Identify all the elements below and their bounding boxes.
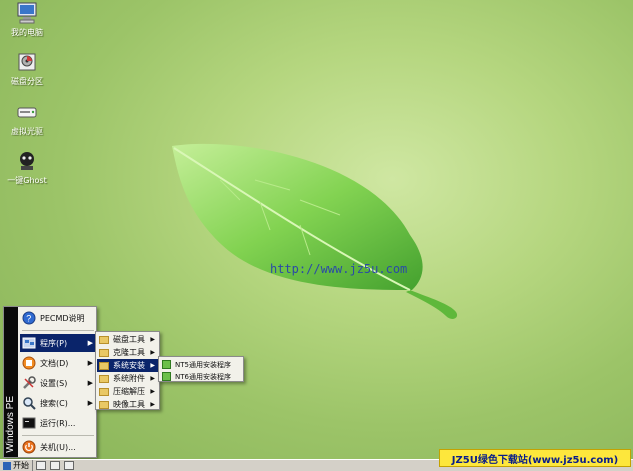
submenu-item-label: NT5通用安装程序	[175, 360, 231, 369]
installer-icon	[162, 372, 171, 381]
menu-separator	[22, 330, 94, 331]
quick-launch-explorer-icon[interactable]	[50, 461, 60, 470]
folder-icon	[99, 374, 109, 383]
submenu-item-system-accessories[interactable]: 系统附件 ▶	[97, 372, 158, 385]
menu-item-label: PECMD说明	[40, 313, 85, 323]
submenu-item-label: NT6通用安装程序	[175, 372, 231, 381]
start-menu-banner: Windows PE	[4, 307, 18, 457]
menu-item-label: 搜索(C)	[40, 398, 68, 408]
desktop-icon-label: 我的电脑	[11, 28, 43, 37]
folder-icon	[99, 348, 109, 357]
shutdown-icon	[22, 440, 36, 454]
watermark-banner: JZ5U绿色下载站(www.jz5u.com)	[439, 449, 631, 467]
run-icon	[22, 416, 36, 430]
menu-item-label: 程序(P)	[40, 338, 68, 348]
submenu-arrow-icon: ▶	[87, 359, 93, 367]
folder-icon	[99, 400, 109, 409]
start-menu: Windows PE ? PECMD说明 程序(P) ▶ 文档(D) ▶ 设置(…	[3, 306, 97, 458]
desktop-icon-label: 虚拟光驱	[11, 127, 43, 136]
submenu-item-label: 系统安装	[113, 361, 145, 370]
menu-item-label: 关机(U)...	[40, 442, 76, 452]
menu-item-pecmd-help[interactable]: ? PECMD说明	[20, 309, 96, 327]
menu-item-label: 运行(R)...	[40, 418, 76, 428]
wallpaper-leaf	[160, 140, 470, 330]
help-icon: ?	[22, 311, 36, 325]
submenu-arrow-icon: ▶	[150, 336, 155, 343]
menu-item-search[interactable]: 搜索(C) ▶	[20, 394, 96, 412]
submenu-arrow-icon: ▶	[150, 349, 155, 356]
submenu-item-disk-tools[interactable]: 磁盘工具 ▶	[97, 333, 158, 346]
start-menu-banner-label: Windows PE	[5, 396, 16, 453]
submenu-item-nt6-installer[interactable]: NT6通用安装程序	[160, 370, 242, 383]
menu-item-programs[interactable]: 程序(P) ▶	[20, 334, 96, 352]
submenu-arrow-icon: ▶	[150, 375, 155, 382]
submenu-item-label: 克隆工具	[113, 348, 145, 357]
menu-item-documents[interactable]: 文档(D) ▶	[20, 354, 96, 372]
submenu-item-clone-tools[interactable]: 克隆工具 ▶	[97, 346, 158, 359]
computer-icon	[16, 2, 38, 24]
ghost-icon	[16, 150, 38, 172]
svg-text:?: ?	[26, 314, 31, 324]
desktop-icon-ghost[interactable]: 一键Ghost	[4, 150, 50, 190]
submenu-arrow-icon: ▶	[150, 362, 155, 369]
settings-icon	[22, 376, 36, 390]
desktop-icon-my-computer[interactable]: 我的电脑	[4, 2, 50, 42]
submenu-item-image-tools[interactable]: 映像工具 ▶	[97, 398, 158, 411]
quick-launch-desktop-icon[interactable]	[36, 461, 46, 470]
submenu-arrow-icon: ▶	[150, 401, 155, 408]
menu-item-settings[interactable]: 设置(S) ▶	[20, 374, 96, 392]
desktop-icon-virtual-drive[interactable]: 虚拟光驱	[4, 101, 50, 141]
start-button[interactable]: 开始	[1, 460, 33, 471]
menu-separator	[22, 435, 94, 436]
submenu-arrow-icon: ▶	[87, 379, 93, 387]
submenu-arrow-icon: ▶	[150, 388, 155, 395]
search-icon	[22, 396, 36, 410]
desktop-icon-label: 一键Ghost	[7, 176, 47, 185]
menu-item-label: 设置(S)	[40, 378, 68, 388]
menu-item-shutdown[interactable]: 关机(U)...	[20, 438, 96, 456]
installer-icon	[162, 360, 171, 369]
start-button-label: 开始	[13, 461, 29, 470]
programs-icon	[22, 336, 36, 350]
submenu-item-label: 磁盘工具	[113, 335, 145, 344]
submenu-item-label: 压缩解压	[113, 387, 145, 396]
submenu-item-compression[interactable]: 压缩解压 ▶	[97, 385, 158, 398]
virtual-drive-icon	[16, 101, 38, 123]
desktop-icon-disk-partition[interactable]: 磁盘分区	[4, 51, 50, 91]
documents-icon	[22, 356, 36, 370]
submenu-arrow-icon: ▶	[87, 399, 93, 407]
folder-icon	[99, 387, 109, 396]
menu-item-run[interactable]: 运行(R)...	[20, 414, 96, 432]
submenu-item-system-install[interactable]: 系统安装 ▶	[97, 359, 158, 372]
system-install-submenu: NT5通用安装程序 NT6通用安装程序	[158, 356, 244, 382]
disk-partition-icon	[16, 51, 38, 73]
programs-submenu: 磁盘工具 ▶ 克隆工具 ▶ 系统安装 ▶ 系统附件 ▶ 压缩解压 ▶ 映像工具 …	[95, 331, 160, 410]
folder-icon	[99, 335, 109, 344]
windows-logo-icon	[3, 461, 11, 470]
menu-item-label: 文档(D)	[40, 358, 69, 368]
quick-launch-app-icon[interactable]	[64, 461, 74, 470]
submenu-item-label: 映像工具	[113, 400, 145, 409]
submenu-item-label: 系统附件	[113, 374, 145, 383]
desktop-icon-label: 磁盘分区	[11, 77, 43, 86]
submenu-arrow-icon: ▶	[87, 339, 93, 347]
folder-icon	[99, 361, 109, 370]
wallpaper-url-text: http://www.jz5u.com	[270, 262, 408, 276]
